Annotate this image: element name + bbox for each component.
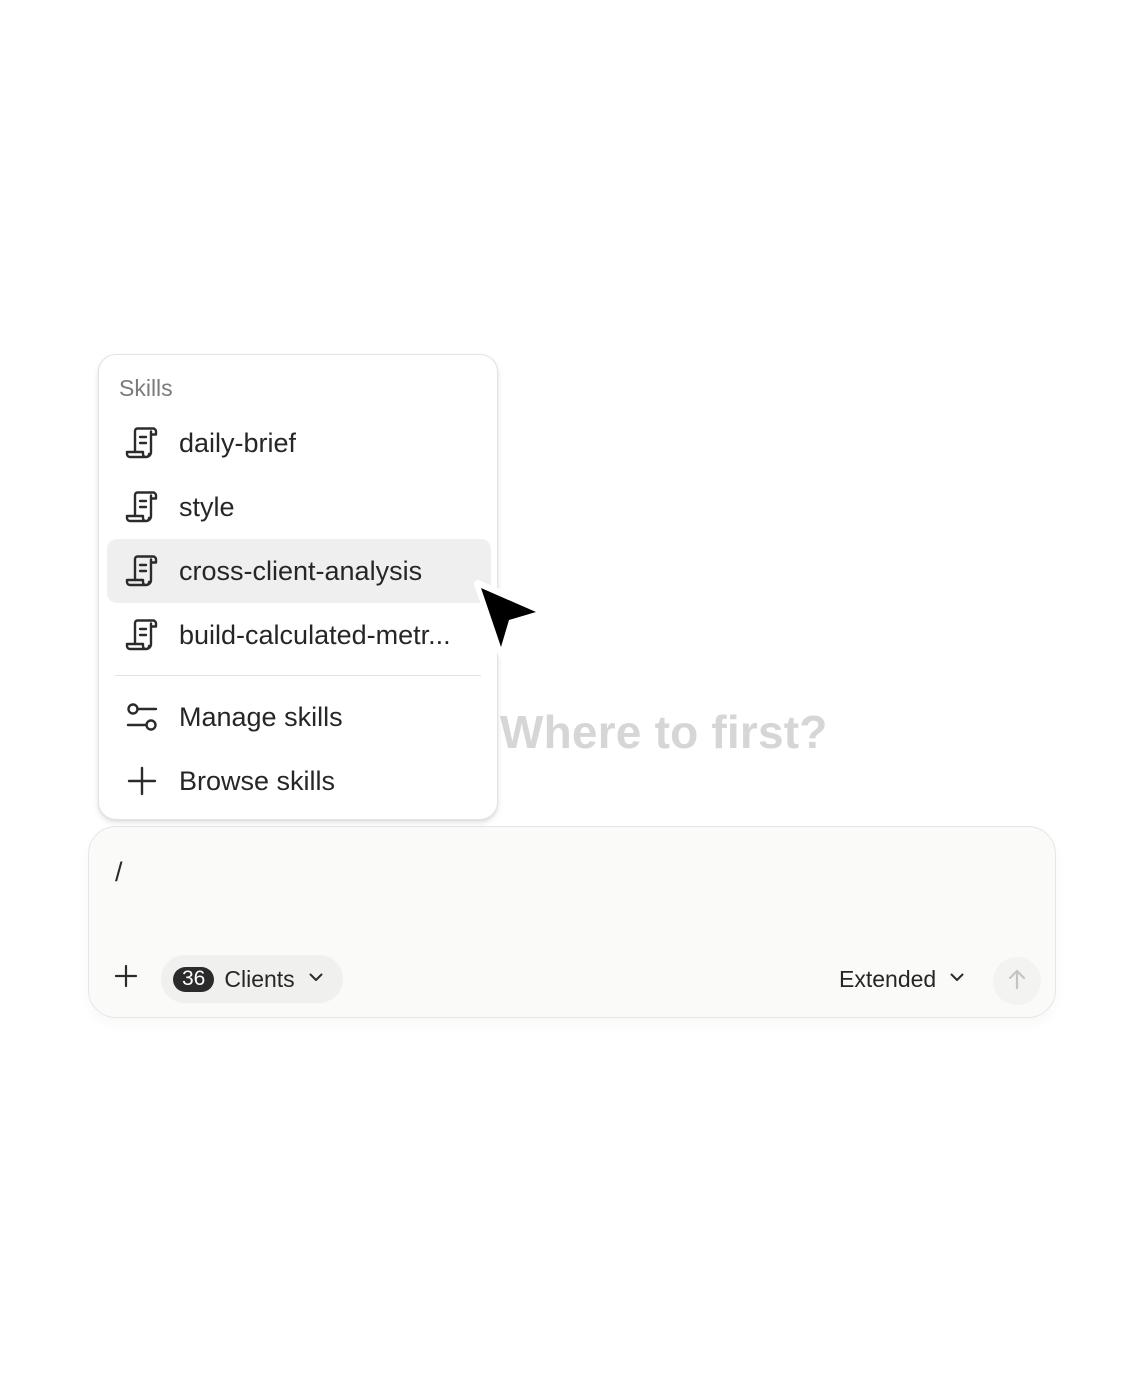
manage-skills-item[interactable]: Manage skills	[107, 685, 491, 749]
menu-divider	[115, 675, 481, 676]
mode-selector[interactable]: Extended	[839, 961, 966, 997]
clients-count-badge: 36	[173, 966, 215, 992]
sliders-icon	[124, 699, 160, 735]
skills-menu: Skills daily-brief style cross-client-an…	[98, 354, 498, 820]
clients-label: Clients	[224, 965, 295, 992]
attach-button[interactable]	[109, 961, 143, 995]
chevron-down-icon	[948, 968, 966, 991]
browse-skills-label: Browse skills	[179, 766, 336, 796]
skill-item-label: cross-client-analysis	[179, 556, 423, 586]
send-button[interactable]	[993, 957, 1041, 1005]
composer-input[interactable]: /	[115, 855, 123, 889]
chevron-down-icon	[307, 968, 325, 991]
scroll-icon	[124, 489, 160, 525]
skill-item-label: style	[179, 492, 235, 522]
arrow-up-icon	[1005, 967, 1029, 996]
scroll-icon	[124, 553, 160, 589]
scroll-icon	[124, 617, 160, 653]
plus-icon	[124, 763, 160, 799]
skills-menu-heading: Skills	[119, 375, 173, 401]
composer: / 36 Clients Extended	[88, 826, 1056, 1018]
skill-item-build-calculated-metrics[interactable]: build-calculated-metr...	[107, 603, 491, 667]
mode-label: Extended	[839, 965, 937, 992]
page: Where to first? Skills daily-brief style…	[0, 0, 1144, 1384]
skill-item-cross-client-analysis[interactable]: cross-client-analysis	[107, 539, 491, 603]
skill-item-label: build-calculated-metr...	[179, 620, 451, 650]
skill-item-label: daily-brief	[179, 428, 297, 458]
skill-item-daily-brief[interactable]: daily-brief	[107, 411, 491, 475]
browse-skills-item[interactable]: Browse skills	[107, 749, 491, 813]
plus-icon	[113, 963, 139, 994]
skill-item-style[interactable]: style	[107, 475, 491, 539]
manage-skills-label: Manage skills	[179, 702, 343, 732]
hero-title: Where to first?	[500, 706, 828, 758]
scroll-icon	[124, 425, 160, 461]
clients-selector[interactable]: 36 Clients	[161, 955, 343, 1003]
